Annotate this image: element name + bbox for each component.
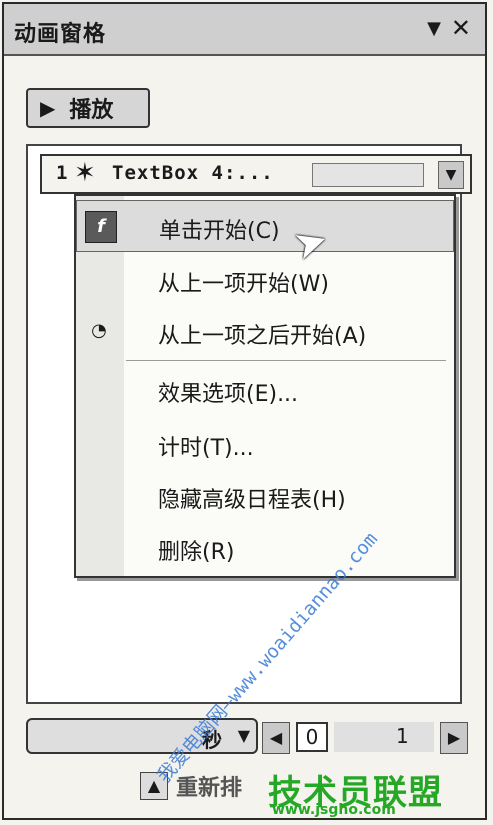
menu-item-start-on-click[interactable]: f 单击开始(C): [76, 200, 454, 252]
menu-item-effect-options[interactable]: 效果选项(E)...: [76, 364, 454, 416]
animation-timing-bar: [312, 163, 424, 187]
play-button-label: 播放: [69, 98, 114, 123]
menu-item-label: 从上一项之后开始(A): [158, 324, 367, 349]
pane-title: 动画窗格: [14, 22, 107, 47]
menu-item-label: 隐藏高级日程表(H): [158, 488, 346, 513]
star-effect-icon: ✶: [74, 158, 96, 188]
menu-item-start-with-previous[interactable]: 从上一项开始(W): [76, 254, 454, 306]
animation-context-menu: f 单击开始(C) 从上一项开始(W) ◔ 从上一项之后开始(A) 效果选项(E…: [74, 194, 456, 578]
animation-list-item[interactable]: 1 ✶ TextBox 4:... ▼: [40, 154, 472, 194]
menu-item-label: 删除(R): [158, 540, 235, 565]
timeline-end-value: 1: [396, 724, 409, 748]
menu-separator: [126, 360, 446, 361]
clock-icon: ◔: [91, 320, 107, 341]
watermark-site-url: www.jsgho.com: [272, 802, 396, 818]
close-icon[interactable]: ✕: [451, 14, 471, 42]
menu-item-hide-advanced-timeline[interactable]: 隐藏高级日程表(H): [76, 470, 454, 522]
menu-item-label: 效果选项(E)...: [158, 382, 299, 407]
timeline-scale: [334, 722, 434, 752]
menu-item-label: 计时(T)...: [158, 436, 254, 461]
pane-titlebar: 动画窗格 ▼ ✕: [4, 4, 485, 56]
play-icon: ▶: [40, 96, 56, 120]
menu-item-remove[interactable]: 删除(R): [76, 522, 454, 574]
menu-item-timing[interactable]: 计时(T)...: [76, 418, 454, 470]
animation-target-name: TextBox 4:...: [112, 162, 274, 184]
play-button[interactable]: ▶ 播放: [26, 88, 150, 128]
animation-order-number: 1: [56, 162, 68, 184]
click-icon: f: [85, 211, 117, 243]
scroll-left-icon[interactable]: ◀: [262, 722, 290, 754]
menu-item-label: 单击开始(C): [159, 219, 280, 244]
chevron-down-icon[interactable]: ▼: [438, 161, 464, 189]
timeline-controls: 秒 ▼ ◀ 0 1 ▶: [26, 718, 472, 756]
pane-options-dropdown-icon[interactable]: ▼: [427, 18, 441, 39]
scroll-right-icon[interactable]: ▶: [440, 722, 468, 754]
reorder-label: 重新排: [176, 776, 243, 801]
menu-item-label: 从上一项开始(W): [158, 272, 329, 297]
timeline-start-value: 0: [296, 722, 328, 752]
chevron-down-icon: ▼: [237, 726, 250, 745]
menu-item-start-after-previous[interactable]: ◔ 从上一项之后开始(A): [76, 306, 454, 358]
